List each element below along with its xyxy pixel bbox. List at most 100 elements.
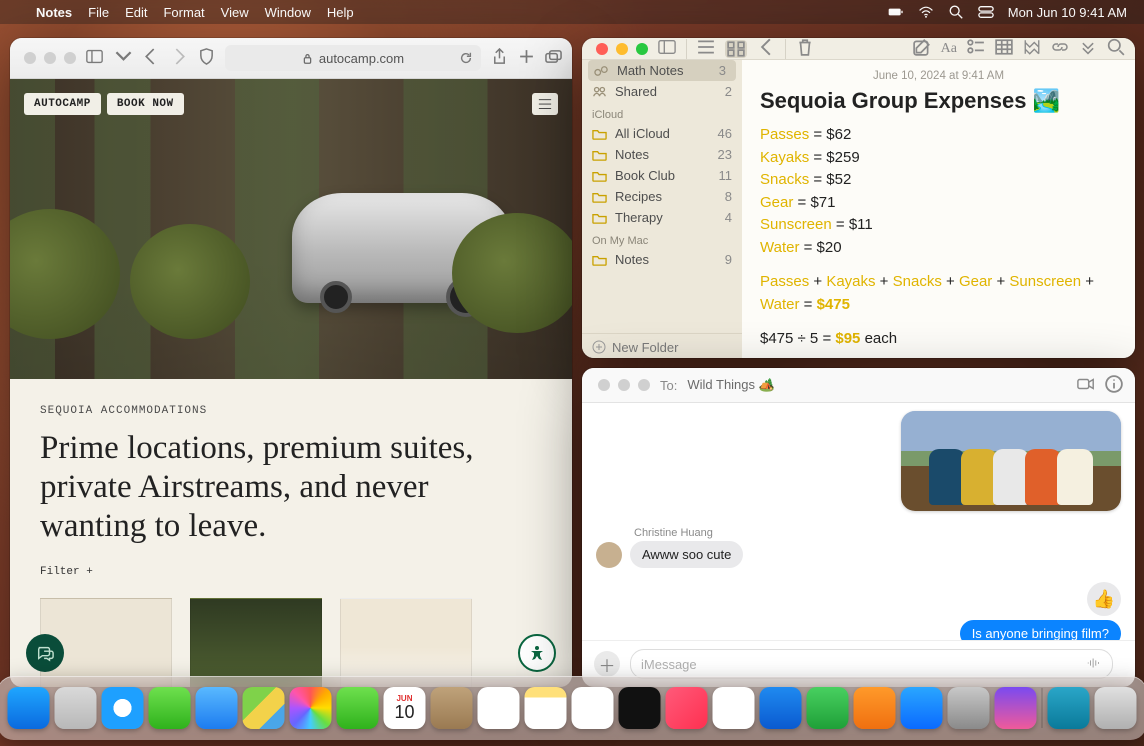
math-val: = $259 bbox=[809, 149, 859, 166]
messages-transcript[interactable]: Christine Huang Awww soo cute 👍 Is anyon… bbox=[582, 403, 1135, 640]
list-view-icon[interactable] bbox=[697, 38, 715, 59]
chevron-down-icon[interactable] bbox=[115, 48, 132, 68]
back-icon[interactable] bbox=[757, 38, 775, 59]
compose-icon[interactable] bbox=[913, 38, 931, 59]
outgoing-message[interactable]: Is anyone bringing film? bbox=[960, 620, 1121, 640]
format-icon[interactable]: Aa bbox=[941, 41, 957, 57]
checklist-icon[interactable] bbox=[967, 38, 985, 59]
note-editor[interactable]: June 10, 2024 at 9:41 AM Sequoia Group E… bbox=[742, 60, 1135, 358]
share-icon[interactable] bbox=[491, 48, 508, 68]
dock-app-pages[interactable] bbox=[854, 687, 896, 729]
dock-app-music[interactable] bbox=[666, 687, 708, 729]
battery-icon[interactable] bbox=[881, 0, 911, 24]
incoming-message[interactable]: Awww soo cute bbox=[630, 541, 743, 568]
info-icon[interactable] bbox=[1105, 375, 1123, 396]
sidebar-item-recipes[interactable]: Recipes 8 bbox=[582, 186, 742, 207]
filter-button[interactable]: Filter + bbox=[40, 566, 542, 578]
dock-app-notes[interactable] bbox=[525, 687, 567, 729]
sidebar-toggle-icon[interactable] bbox=[86, 48, 103, 68]
control-center-icon[interactable] bbox=[971, 0, 1001, 24]
site-logo[interactable]: AUTOCAMP bbox=[24, 93, 101, 115]
accessibility-fab[interactable] bbox=[518, 634, 556, 672]
sidebar-item-label: Notes bbox=[615, 252, 649, 267]
menu-window[interactable]: Window bbox=[257, 0, 319, 24]
back-icon[interactable] bbox=[142, 48, 159, 68]
link-icon[interactable] bbox=[1051, 38, 1069, 59]
sidebar-item-math-notes[interactable]: Math Notes 3 bbox=[588, 60, 736, 81]
sidebar-toggle-icon[interactable] bbox=[658, 38, 676, 59]
conversation-name[interactable]: Wild Things 🏕️ bbox=[687, 377, 774, 393]
math-var: Water bbox=[760, 239, 799, 256]
audio-message-icon[interactable] bbox=[1086, 655, 1102, 674]
dock-app-photos[interactable] bbox=[290, 687, 332, 729]
thumbnail-3[interactable] bbox=[340, 598, 472, 687]
new-tab-icon[interactable] bbox=[518, 48, 535, 68]
safari-content: AUTOCAMP BOOK NOW SEQUOIA ACCOMMODATIONS… bbox=[10, 79, 572, 687]
avatar[interactable] bbox=[596, 542, 622, 568]
dock-app-settings[interactable] bbox=[948, 687, 990, 729]
dock-app-freeform[interactable] bbox=[572, 687, 614, 729]
menubar-clock[interactable]: Mon Jun 10 9:41 AM bbox=[1001, 0, 1134, 24]
forward-icon[interactable] bbox=[171, 48, 188, 68]
dock-stack-downloads[interactable] bbox=[1048, 687, 1090, 729]
facetime-icon[interactable] bbox=[1077, 375, 1095, 396]
thumbnail-2[interactable] bbox=[190, 598, 322, 687]
table-icon[interactable] bbox=[995, 38, 1013, 59]
grid-view-icon[interactable] bbox=[725, 40, 747, 58]
safari-address-bar[interactable]: autocamp.com bbox=[225, 45, 481, 71]
tapback-emoji[interactable]: 👍 bbox=[1087, 582, 1121, 616]
dock-app-maps[interactable] bbox=[243, 687, 285, 729]
dock-trash[interactable] bbox=[1095, 687, 1137, 729]
spotlight-icon[interactable] bbox=[941, 0, 971, 24]
notes-traffic-lights[interactable] bbox=[592, 43, 648, 55]
menu-edit[interactable]: Edit bbox=[117, 0, 155, 24]
dock-app-launchpad[interactable] bbox=[55, 687, 97, 729]
dock-app-keynote[interactable] bbox=[760, 687, 802, 729]
folder-icon bbox=[592, 169, 607, 182]
message-input[interactable]: iMessage bbox=[630, 649, 1113, 679]
dock: JUN 10 bbox=[0, 676, 1144, 740]
dock-app-calendar[interactable]: JUN 10 bbox=[384, 687, 426, 729]
site-menu-button[interactable] bbox=[532, 93, 558, 115]
message-attachment-image[interactable] bbox=[901, 411, 1121, 511]
menu-view[interactable]: View bbox=[213, 0, 257, 24]
dock-app-facetime[interactable] bbox=[337, 687, 379, 729]
dock-app-tv[interactable] bbox=[619, 687, 661, 729]
book-now-button[interactable]: BOOK NOW bbox=[107, 93, 184, 115]
app-menu[interactable]: Notes bbox=[28, 0, 80, 24]
sidebar-item-all-icloud[interactable]: All iCloud 46 bbox=[582, 123, 742, 144]
dock-app-safari[interactable] bbox=[102, 687, 144, 729]
dock-app-numbers[interactable] bbox=[807, 687, 849, 729]
search-icon[interactable] bbox=[1107, 38, 1125, 59]
sidebar-item-therapy[interactable]: Therapy 4 bbox=[582, 207, 742, 228]
apps-button[interactable]: ＋ bbox=[594, 651, 620, 677]
menu-file[interactable]: File bbox=[80, 0, 117, 24]
sidebar-item-local-notes[interactable]: Notes 9 bbox=[582, 249, 742, 270]
dock-app-iphone-mirroring[interactable] bbox=[995, 687, 1037, 729]
menu-format[interactable]: Format bbox=[155, 0, 212, 24]
apple-menu[interactable] bbox=[12, 0, 28, 24]
dock-app-contacts[interactable] bbox=[431, 687, 473, 729]
shield-icon[interactable] bbox=[198, 48, 215, 68]
dock-app-finder[interactable] bbox=[8, 687, 50, 729]
dock-app-mail[interactable] bbox=[196, 687, 238, 729]
trash-icon[interactable] bbox=[796, 38, 814, 59]
messages-traffic-lights[interactable] bbox=[594, 379, 650, 391]
more-icon[interactable] bbox=[1079, 38, 1097, 59]
dock-app-reminders[interactable] bbox=[478, 687, 520, 729]
wifi-icon[interactable] bbox=[911, 0, 941, 24]
sidebar-item-book-club[interactable]: Book Club 11 bbox=[582, 165, 742, 186]
reload-icon[interactable] bbox=[459, 51, 473, 65]
dock-app-messages[interactable] bbox=[149, 687, 191, 729]
new-folder-button[interactable]: New Folder bbox=[582, 333, 742, 359]
sidebar-item-notes[interactable]: Notes 23 bbox=[582, 144, 742, 165]
dock-app-news[interactable] bbox=[713, 687, 755, 729]
sidebar-item-shared[interactable]: Shared 2 bbox=[582, 81, 742, 102]
safari-traffic-lights[interactable] bbox=[20, 52, 76, 64]
tabs-icon[interactable] bbox=[545, 48, 562, 68]
sidebar-item-count: 3 bbox=[719, 63, 726, 78]
chat-fab[interactable] bbox=[26, 634, 64, 672]
media-icon[interactable] bbox=[1023, 38, 1041, 59]
menu-help[interactable]: Help bbox=[319, 0, 362, 24]
dock-app-appstore[interactable] bbox=[901, 687, 943, 729]
